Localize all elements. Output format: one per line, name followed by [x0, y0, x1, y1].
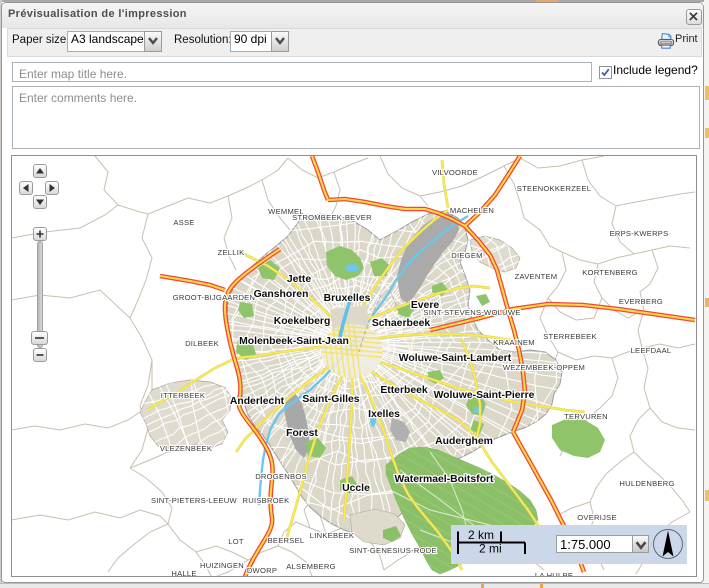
svg-text:Uccle: Uccle: [342, 483, 370, 494]
svg-text:KRAAINEM: KRAAINEM: [493, 338, 535, 347]
svg-text:Woluwe-Saint-Pierre: Woluwe-Saint-Pierre: [434, 390, 535, 401]
svg-text:LINKEBEEK: LINKEBEEK: [310, 531, 354, 540]
svg-text:VLEZENBEEK: VLEZENBEEK: [160, 444, 212, 453]
svg-text:VILVOORDE: VILVOORDE: [432, 168, 478, 177]
svg-text:Evere: Evere: [411, 300, 440, 311]
svg-text:DROGENBOS: DROGENBOS: [255, 472, 307, 481]
svg-text:Jette: Jette: [287, 274, 311, 285]
svg-text:Ixelles: Ixelles: [368, 409, 400, 420]
svg-text:RUISBROEK: RUISBROEK: [243, 496, 290, 505]
svg-text:Bruxelles: Bruxelles: [324, 293, 371, 304]
svg-text:2 km: 2 km: [468, 528, 494, 542]
svg-text:LOT: LOT: [228, 537, 244, 546]
svg-text:ZELLIK: ZELLIK: [218, 248, 245, 257]
svg-text:STEENOKKERZEEL: STEENOKKERZEEL: [517, 184, 591, 193]
svg-text:Anderlecht: Anderlecht: [230, 396, 285, 407]
svg-text:Koekelberg: Koekelberg: [274, 316, 331, 327]
svg-text:WEZEMBEEK-OPPEM: WEZEMBEEK-OPPEM: [503, 363, 585, 372]
svg-text:Auderghem: Auderghem: [435, 436, 493, 447]
svg-text:Watermael-Boitsfort: Watermael-Boitsfort: [395, 474, 494, 485]
svg-text:ZAVENTEM: ZAVENTEM: [515, 272, 558, 281]
svg-text:Saint-Gilles: Saint-Gilles: [302, 394, 359, 405]
svg-text:KORTENBERG: KORTENBERG: [582, 268, 638, 277]
svg-text:GROOT-BIJGAARDEN: GROOT-BIJGAARDEN: [173, 293, 255, 302]
svg-text:Woluwe-Saint-Lambert: Woluwe-Saint-Lambert: [399, 353, 512, 364]
svg-text:ITTERBEEK: ITTERBEEK: [161, 391, 205, 400]
svg-text:ALSEMBERG: ALSEMBERG: [286, 562, 336, 571]
svg-text:HULDENBERG: HULDENBERG: [619, 479, 674, 488]
svg-text:LA HULPE: LA HULPE: [535, 571, 573, 576]
svg-text:EVERBERG: EVERBERG: [619, 297, 663, 306]
svg-text:Schaerbeek: Schaerbeek: [372, 318, 431, 329]
svg-text:STROMBEEK-BEVER: STROMBEEK-BEVER: [292, 213, 372, 222]
svg-text:DWORP: DWORP: [247, 566, 277, 575]
svg-text:Molenbeek-Saint-Jean: Molenbeek-Saint-Jean: [239, 336, 349, 347]
svg-text:HUIZINGEN: HUIZINGEN: [200, 561, 244, 570]
svg-text:Ganshoren: Ganshoren: [254, 289, 309, 300]
svg-text:DIEGEM: DIEGEM: [451, 251, 482, 260]
svg-text:STERREBEEK: STERREBEEK: [543, 332, 597, 341]
svg-text:SINT-GENESIUS-RODE: SINT-GENESIUS-RODE: [349, 546, 437, 555]
svg-text:LEEFDAAL: LEEFDAAL: [631, 346, 672, 355]
svg-text:DILBEEK: DILBEEK: [185, 339, 219, 348]
svg-text:ERPS-KWERPS: ERPS-KWERPS: [610, 229, 669, 238]
svg-text:SINT-PIETERS-LEEUW: SINT-PIETERS-LEEUW: [151, 496, 238, 505]
svg-text:BEERSEL: BEERSEL: [268, 536, 305, 545]
svg-text:MACHELEN: MACHELEN: [450, 206, 494, 215]
svg-text:HALLE: HALLE: [171, 569, 196, 576]
svg-text:TERVUREN: TERVUREN: [564, 412, 608, 421]
svg-text:2 mi: 2 mi: [479, 542, 502, 556]
svg-text:ASSE: ASSE: [173, 218, 194, 227]
svg-text:OVERIJSE: OVERIJSE: [577, 513, 617, 522]
svg-text:Etterbeek: Etterbeek: [380, 385, 428, 396]
svg-text:Forest: Forest: [286, 428, 318, 439]
